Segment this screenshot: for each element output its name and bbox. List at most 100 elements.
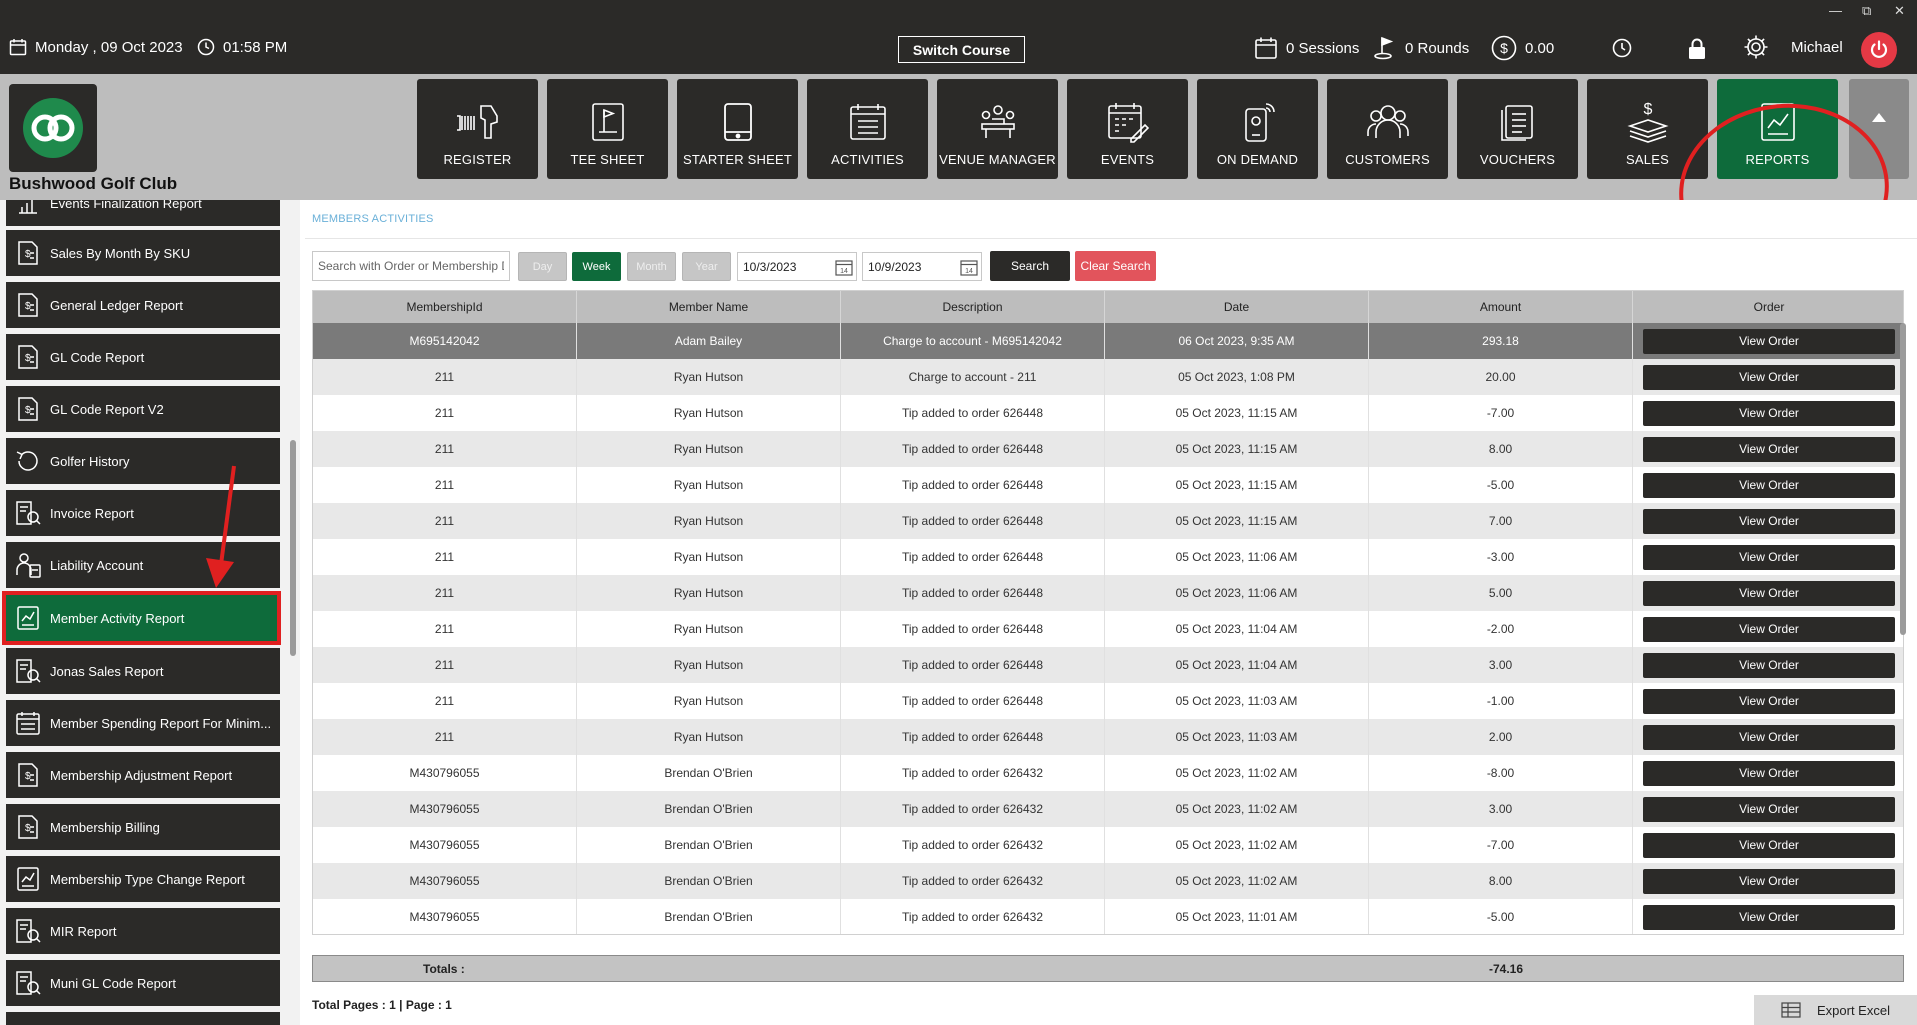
sidebar-item-label: Member Spending Report For Minim...: [50, 715, 272, 731]
sidebar-item-partial[interactable]: [6, 1012, 280, 1025]
calendar-picker-icon[interactable]: 14: [835, 259, 853, 276]
sidebar-item-mir-report[interactable]: MIR Report: [6, 908, 280, 954]
table-row[interactable]: 211 Ryan Hutson Tip added to order 626448 0…: [313, 647, 1903, 683]
table-row[interactable]: 211 Ryan Hutson Tip added to order 626448 0…: [313, 611, 1903, 647]
table-row[interactable]: 211 Ryan Hutson Charge to account - 211 05 …: [313, 359, 1903, 395]
filter-week-button[interactable]: Week: [572, 252, 621, 281]
history-button[interactable]: [1612, 38, 1640, 58]
filter-month-button[interactable]: Month: [627, 252, 676, 281]
clear-search-button[interactable]: Clear Search: [1075, 251, 1156, 281]
search-button[interactable]: Search: [990, 251, 1070, 281]
table-row[interactable]: 211 Ryan Hutson Tip added to order 626448 0…: [313, 539, 1903, 575]
nav-vouchers[interactable]: VOUCHERS: [1457, 79, 1578, 179]
description-cell: Tip added to order 626448: [841, 575, 1105, 611]
table-row[interactable]: M430796055 Brendan O'Brien Tip added to or…: [313, 755, 1903, 791]
switch-course-button[interactable]: Switch Course: [898, 36, 1025, 63]
view-order-button[interactable]: View Order: [1643, 724, 1895, 750]
order-cell: View Order: [1633, 539, 1903, 575]
barcode-scanner-icon: [456, 105, 498, 139]
export-excel-button[interactable]: Export Excel: [1754, 995, 1917, 1025]
nav-venue-manager[interactable]: VENUE MANAGER: [937, 79, 1058, 179]
table-row[interactable]: 211 Ryan Hutson Tip added to order 626448 0…: [313, 719, 1903, 755]
sidebar-item-sales-by-month-by-sku[interactable]: $ Sales By Month By SKU: [6, 230, 280, 276]
view-order-button[interactable]: View Order: [1643, 436, 1895, 462]
nav-customers[interactable]: CUSTOMERS: [1327, 79, 1448, 179]
table-row[interactable]: 211 Ryan Hutson Tip added to order 626448 0…: [313, 431, 1903, 467]
totals-row: Totals : -74.16: [312, 955, 1904, 982]
lock-button[interactable]: [1688, 38, 1714, 60]
balance-display[interactable]: $ 0.00: [1491, 35, 1554, 61]
nav-events[interactable]: EVENTS: [1067, 79, 1188, 179]
table-row[interactable]: M430796055 Brendan O'Brien Tip added to or…: [313, 791, 1903, 827]
view-order-button[interactable]: View Order: [1643, 544, 1895, 570]
restore-icon[interactable]: ⧉: [1862, 3, 1871, 19]
column-header-amount[interactable]: Amount: [1369, 291, 1633, 323]
sidebar-item-membership-adjustment-report[interactable]: $ Membership Adjustment Report: [6, 752, 280, 798]
table-row[interactable]: 211 Ryan Hutson Tip added to order 626448 0…: [313, 395, 1903, 431]
calendar-icon: [1255, 37, 1277, 59]
table-row[interactable]: 211 Ryan Hutson Tip added to order 626448 0…: [313, 575, 1903, 611]
sidebar-item-gl-code-report[interactable]: $ GL Code Report: [6, 334, 280, 380]
filter-year-button[interactable]: Year: [682, 252, 731, 281]
table-row[interactable]: M430796055 Brendan O'Brien Tip added to or…: [313, 863, 1903, 899]
date-from-field[interactable]: 10/3/2023 14: [737, 252, 857, 281]
view-order-button[interactable]: View Order: [1643, 652, 1895, 678]
view-order-button[interactable]: View Order: [1643, 400, 1895, 426]
sidebar-scrollbar[interactable]: [290, 440, 296, 656]
search-input[interactable]: [312, 251, 510, 281]
amount-cell: -5.00: [1369, 467, 1633, 503]
table-scrollbar[interactable]: [1900, 323, 1906, 635]
sidebar-item-jonas-sales-report[interactable]: Jonas Sales Report: [6, 648, 280, 694]
view-order-button[interactable]: View Order: [1643, 472, 1895, 498]
table-row[interactable]: M695142042 Adam Bailey Charge to account -…: [313, 323, 1903, 359]
filter-day-button[interactable]: Day: [518, 252, 567, 281]
sidebar-item-events-finalization-report[interactable]: Events Finalization Report: [6, 200, 280, 226]
table-row[interactable]: M430796055 Brendan O'Brien Tip added to or…: [313, 899, 1903, 934]
column-header-member-name[interactable]: Member Name: [577, 291, 841, 323]
view-order-button[interactable]: View Order: [1643, 364, 1895, 390]
sidebar-item-muni-gl-code-report[interactable]: Muni GL Code Report: [6, 960, 280, 1006]
nav-starter-sheet[interactable]: STARTER SHEET: [677, 79, 798, 179]
view-order-button[interactable]: View Order: [1643, 868, 1895, 894]
member-name-cell: Ryan Hutson: [577, 683, 841, 719]
membershipid-cell: 211: [313, 467, 577, 503]
view-order-button[interactable]: View Order: [1643, 832, 1895, 858]
view-order-button[interactable]: View Order: [1643, 616, 1895, 642]
column-header-date[interactable]: Date: [1105, 291, 1369, 323]
view-order-button[interactable]: View Order: [1643, 580, 1895, 606]
date-to-field[interactable]: 10/9/2023 14: [862, 252, 982, 281]
logout-button[interactable]: [1861, 32, 1897, 68]
settings-button[interactable]: Michael: [1743, 34, 1843, 60]
report-panel: MEMBERS ACTIVITIES Day Week Month Year 1…: [305, 200, 1917, 1025]
view-order-button[interactable]: View Order: [1643, 688, 1895, 714]
membershipid-cell: 211: [313, 395, 577, 431]
sidebar-item-gl-code-report-v2[interactable]: $ GL Code Report V2: [6, 386, 280, 432]
nav-register[interactable]: REGISTER: [417, 79, 538, 179]
view-order-button[interactable]: View Order: [1643, 328, 1895, 354]
minimize-icon[interactable]: —: [1829, 3, 1842, 18]
view-order-button[interactable]: View Order: [1643, 796, 1895, 822]
table-row[interactable]: M430796055 Brendan O'Brien Tip added to or…: [313, 827, 1903, 863]
nav-on-demand[interactable]: ON DEMAND: [1197, 79, 1318, 179]
table-row[interactable]: 211 Ryan Hutson Tip added to order 626448 0…: [313, 683, 1903, 719]
column-header-order[interactable]: Order: [1633, 291, 1903, 323]
table-row[interactable]: 211 Ryan Hutson Tip added to order 626448 0…: [313, 467, 1903, 503]
nav-tee-sheet[interactable]: TEE SHEET: [547, 79, 668, 179]
close-icon[interactable]: ✕: [1894, 3, 1905, 19]
pagination-info: Total Pages : 1 | Page : 1: [312, 998, 452, 1012]
column-header-description[interactable]: Description: [841, 291, 1105, 323]
calendar-picker-icon[interactable]: 14: [960, 259, 978, 276]
sidebar-item-general-ledger-report[interactable]: $ General Ledger Report: [6, 282, 280, 328]
table-row[interactable]: 211 Ryan Hutson Tip added to order 626448 0…: [313, 503, 1903, 539]
sessions-counter[interactable]: 0 Sessions: [1254, 36, 1359, 60]
sidebar-item-membership-type-change-report[interactable]: Membership Type Change Report: [6, 856, 280, 902]
nav-activities[interactable]: ACTIVITIES: [807, 79, 928, 179]
column-header-membershipid[interactable]: MembershipId: [313, 291, 577, 323]
sidebar-item-membership-billing[interactable]: $ Membership Billing: [6, 804, 280, 850]
view-order-button[interactable]: View Order: [1643, 760, 1895, 786]
sidebar-item-member-spending-report[interactable]: Member Spending Report For Minim...: [6, 700, 280, 746]
view-order-button[interactable]: View Order: [1643, 508, 1895, 534]
view-order-button[interactable]: View Order: [1643, 904, 1895, 930]
rounds-counter[interactable]: 0 Rounds: [1373, 36, 1469, 60]
date-cell: 06 Oct 2023, 9:35 AM: [1105, 323, 1369, 359]
